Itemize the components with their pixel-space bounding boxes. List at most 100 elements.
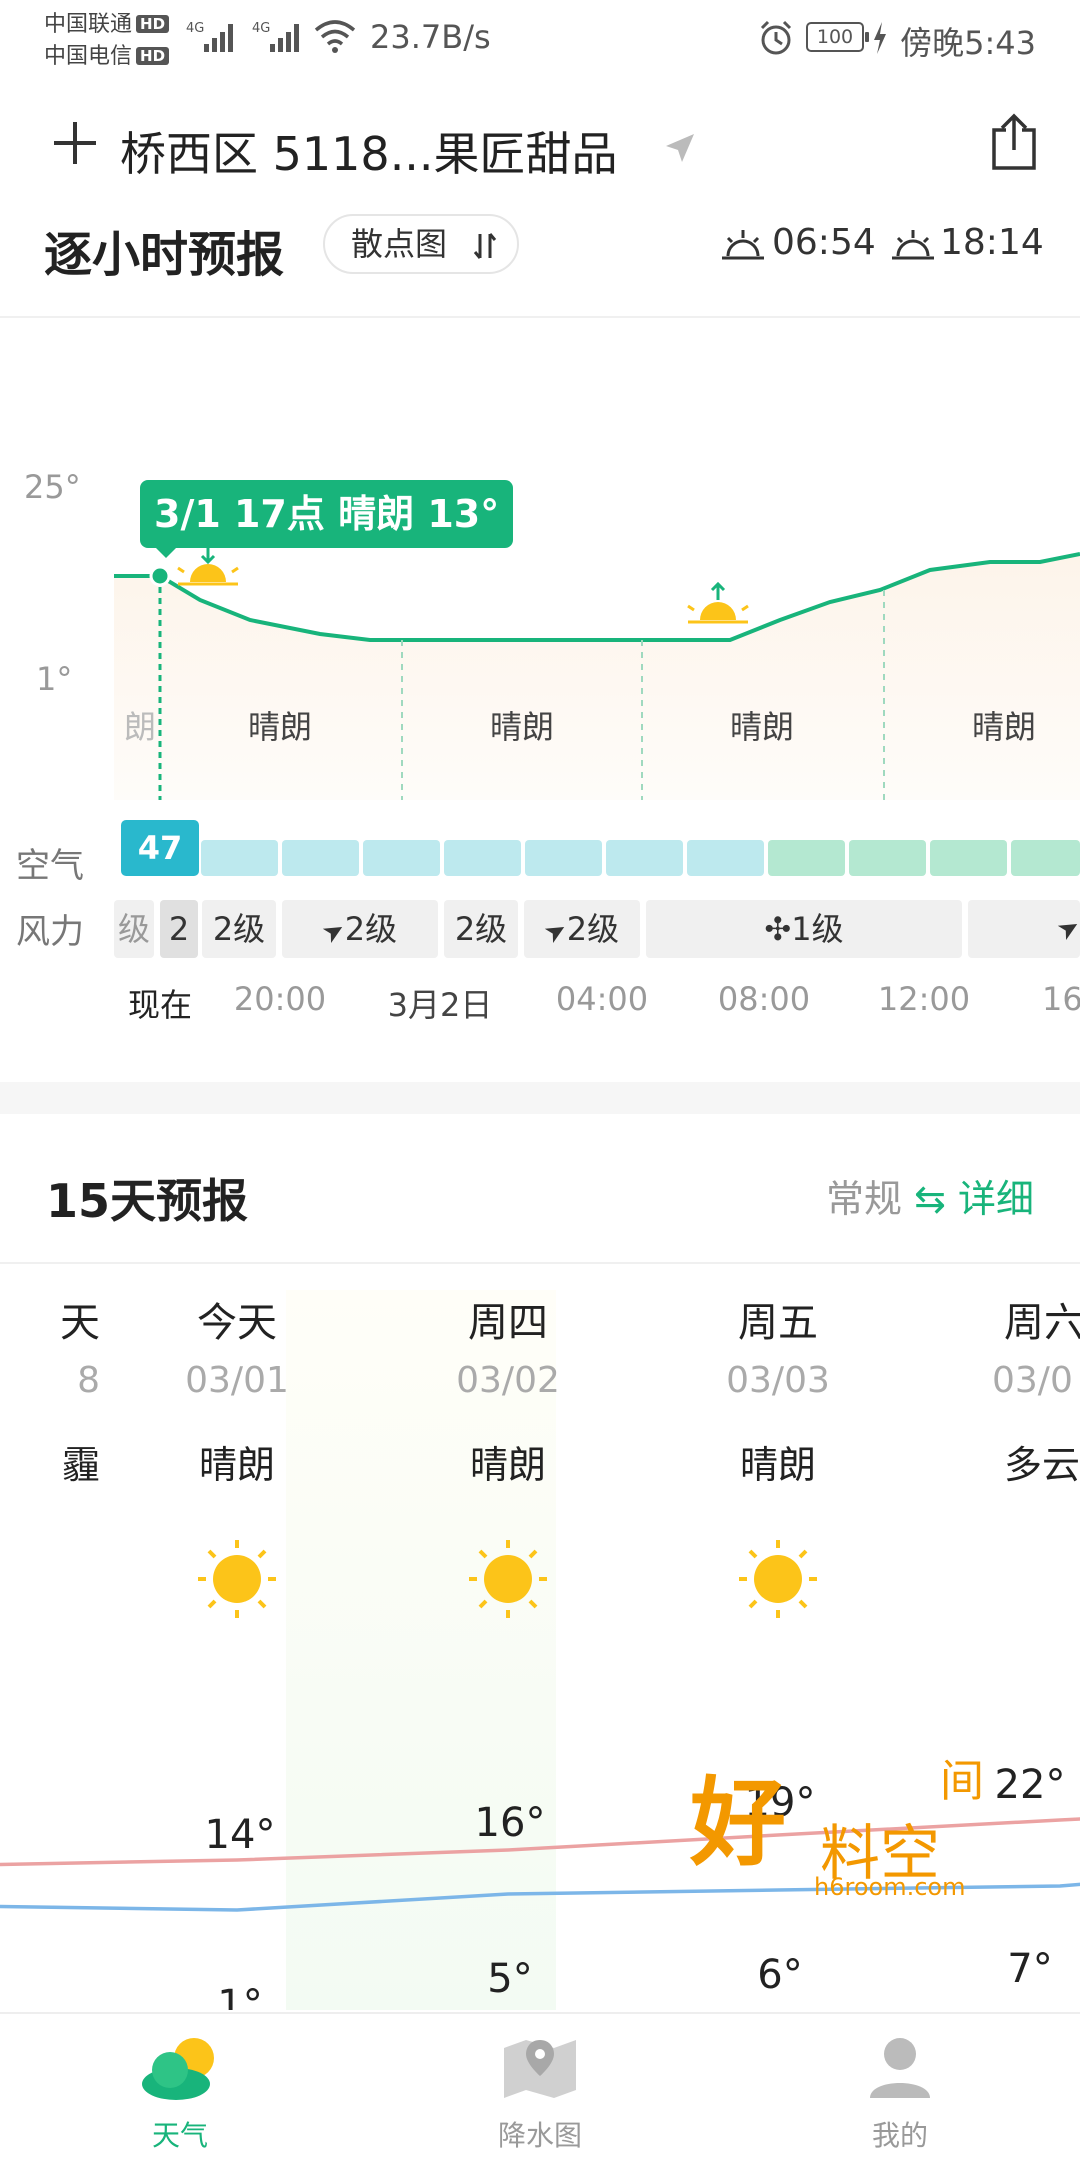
charging-icon [874, 22, 886, 54]
location-arrow-icon [666, 134, 694, 162]
alarm-icon [760, 20, 792, 55]
day-condition: 晴朗 [469, 1443, 546, 1487]
toggle-normal[interactable]: 常规 [826, 1177, 902, 1221]
forecast-day[interactable]: 今天 03/01 晴朗 [137, 1290, 337, 1628]
wind-variable-icon: ✣ [764, 910, 792, 948]
sunset-time: 18:14 [940, 222, 1044, 263]
nav-mine[interactable]: 我的 [800, 2014, 1000, 2154]
wind-cell[interactable]: 2 [160, 900, 198, 958]
clock: 傍晚5:43 [900, 24, 1036, 62]
day-condition: 晴朗 [739, 1443, 816, 1487]
watermark-char: 好 [690, 1766, 786, 1879]
forecast-title: 15天预报 [46, 1174, 249, 1228]
hour-tooltip: 3/1 17点 晴朗 13° [140, 480, 514, 558]
aqi-now-badge[interactable]: 47 [121, 820, 199, 876]
plus-icon[interactable] [52, 120, 98, 166]
wind-cell[interactable]: ✣1级 [646, 900, 962, 958]
time-label: 20:00 [233, 980, 327, 1018]
day-name: 周四 [468, 1300, 548, 1346]
low-temp-label: 6° [757, 1952, 803, 1998]
aqi-cell[interactable] [525, 840, 602, 876]
wind-direction-icon: ➤ [1052, 910, 1080, 948]
sort-icon [473, 233, 497, 259]
day-name: 周五 [738, 1300, 818, 1346]
forecast-day[interactable]: 天 8 霾 [0, 1290, 100, 1494]
aqi-cell[interactable] [768, 840, 845, 876]
chart-mode-label: 散点图 [351, 225, 448, 263]
aqi-cell[interactable] [687, 840, 764, 876]
forecast-day[interactable]: 周五 03/03 晴朗 [678, 1290, 878, 1628]
forecast-day[interactable]: 周四 03/02 晴朗 [408, 1290, 608, 1628]
forecast-day[interactable]: 周六 03/0 多云 [960, 1290, 1080, 1494]
nav-label: 我的 [871, 2119, 928, 2152]
sun-icon [469, 1540, 547, 1618]
temperature-area [114, 554, 1080, 800]
watermark-char: 间 [940, 1756, 984, 1807]
time-label: 08:00 [717, 980, 811, 1018]
day-condition: 霾 [61, 1443, 100, 1487]
hour-condition: 朗 [123, 708, 156, 746]
sun-icon [739, 1540, 817, 1618]
sunrise-icon [722, 230, 764, 260]
wind-cell[interactable]: 2级 [444, 900, 518, 958]
low-temp-label: 7° [1007, 1946, 1053, 1992]
hour-condition: 晴朗 [489, 708, 554, 746]
map-icon [504, 2040, 576, 2098]
time-label: 16 [1042, 980, 1080, 1018]
day-date: 03/02 [456, 1360, 560, 1401]
aqi-cell[interactable] [201, 840, 278, 876]
aqi-cell[interactable] [363, 840, 440, 876]
wind-cell[interactable]: ➤2级 [524, 900, 640, 958]
forecast-view-toggle[interactable]: 常规 ⇆ 详细 [826, 1168, 1034, 1223]
nav-rain-map[interactable]: 降水图 [440, 2014, 640, 2154]
day-date: 8 [77, 1360, 100, 1401]
chart-mode-toggle[interactable]: 散点图 [323, 214, 519, 274]
weather-icon [142, 2038, 214, 2100]
wind-value: 1级 [791, 910, 844, 948]
watermark-url: h6room.com [814, 1873, 966, 1901]
battery-indicator: 100 [806, 22, 869, 52]
hour-condition: 晴朗 [247, 708, 312, 746]
high-temp-label: 16° [474, 1800, 546, 1846]
location-title[interactable]: 桥西区 5118...果匠甜品 [120, 118, 618, 184]
share-icon[interactable] [988, 112, 1040, 172]
wind-cell[interactable]: ➤2级 [282, 900, 438, 958]
wind-row-label: 风力 [16, 912, 84, 952]
time-now-label: 现在 [127, 986, 192, 1024]
carrier-1: 中国联通 HD [44, 6, 170, 38]
sun-icon [198, 1540, 276, 1618]
status-bar: 中国联通 HD 中国电信 HD 4G 4G 23.7B/s 100 傍晚5:43 [0, 0, 1080, 72]
time-label: 12:00 [877, 980, 971, 1018]
watermark-logo: 好 料空 间 h6room.com [690, 1745, 1010, 1901]
wind-cell[interactable]: 2级 [202, 900, 276, 958]
sunrise-marker-icon [687, 581, 749, 624]
aqi-cell[interactable] [282, 840, 359, 876]
hourly-title: 逐小时预报 [44, 227, 285, 283]
aqi-cell[interactable] [930, 840, 1007, 876]
bottom-nav: 天气 降水图 我的 [0, 2012, 1080, 2160]
day-name: 周六 [1004, 1300, 1080, 1346]
time-label: 3月2日 [387, 986, 493, 1024]
aqi-cell[interactable] [1011, 840, 1080, 876]
low-temp-label: 5° [487, 1956, 533, 2002]
aqi-cell[interactable] [444, 840, 521, 876]
air-row-label: 空气 [16, 846, 84, 886]
divider [0, 316, 1080, 318]
toggle-detail[interactable]: 详细 [958, 1177, 1034, 1221]
sunrise-time: 06:54 [772, 222, 876, 263]
divider [0, 1262, 1080, 1264]
carrier-2: 中国电信 HD [44, 38, 170, 70]
wind-cell[interactable]: 级 [114, 900, 154, 958]
aqi-cell[interactable] [849, 840, 926, 876]
time-label: 04:00 [555, 980, 649, 1018]
wind-cell[interactable]: ➤ [968, 900, 1080, 958]
hour-condition: 晴朗 [971, 708, 1036, 746]
user-icon [870, 2038, 930, 2098]
day-date: 03/01 [185, 1360, 289, 1401]
day-date: 03/03 [726, 1360, 830, 1401]
nav-weather[interactable]: 天气 [80, 2014, 280, 2154]
nav-label: 天气 [151, 2119, 208, 2152]
high-temp-label: 14° [204, 1812, 276, 1858]
svg-text:4G: 4G [186, 21, 204, 36]
aqi-cell[interactable] [606, 840, 683, 876]
